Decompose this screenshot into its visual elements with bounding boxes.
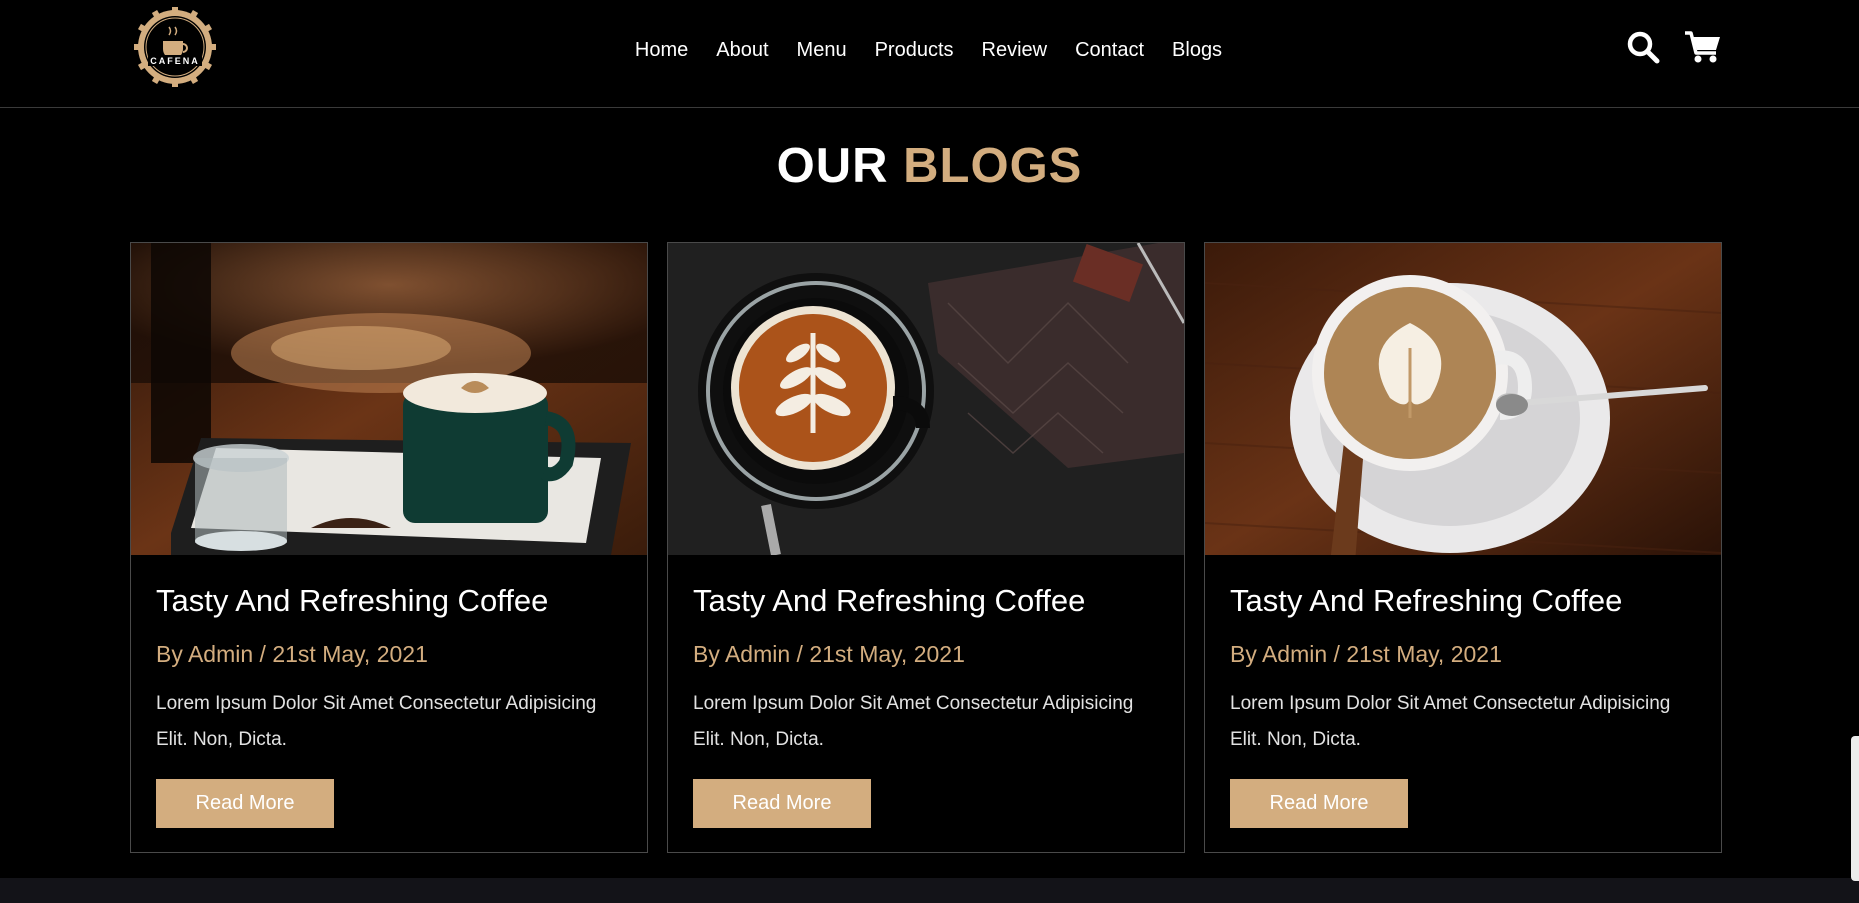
logo-emblem: CAFENA [134, 7, 216, 87]
read-more-button[interactable]: Read More [156, 779, 334, 828]
nav-about[interactable]: About [716, 39, 768, 62]
nav-home[interactable]: Home [635, 39, 688, 62]
section-title-accent: BLOGS [903, 139, 1083, 193]
scroll-tab[interactable] [1851, 736, 1859, 881]
footer-edge [0, 878, 1859, 903]
search-button[interactable] [1624, 28, 1662, 66]
nav-review[interactable]: Review [982, 39, 1048, 62]
blog-card: Tasty And Refreshing Coffee By Admin / 2… [1204, 242, 1722, 853]
search-icon [1627, 31, 1660, 64]
nav-blogs[interactable]: Blogs [1172, 39, 1222, 62]
cafena-logo[interactable]: CAFENA [128, 7, 223, 87]
blog-image-latte-art-white-cup [1205, 243, 1721, 555]
cart-icon [1685, 31, 1720, 63]
nav-contact[interactable]: Contact [1075, 39, 1144, 62]
blog-cards: Tasty And Refreshing Coffee By Admin / 2… [130, 242, 1722, 853]
blog-description: Lorem Ipsum Dolor Sit Amet Consectetur A… [693, 693, 1134, 750]
nav-products[interactable]: Products [875, 39, 954, 62]
main-nav: Home About Menu Products Review Contact … [0, 0, 1859, 100]
blog-title[interactable]: Tasty And Refreshing Coffee [693, 583, 1085, 619]
blog-description: Lorem Ipsum Dolor Sit Amet Consectetur A… [156, 693, 597, 750]
section-title-main: OUR [776, 139, 889, 193]
blog-meta: By Admin / 21st May, 2021 [693, 641, 965, 667]
blog-image-latte-art-top-view [668, 243, 1184, 555]
blog-card: Tasty And Refreshing Coffee By Admin / 2… [130, 242, 648, 853]
read-more-button[interactable]: Read More [1230, 779, 1408, 828]
read-more-button[interactable]: Read More [693, 779, 871, 828]
blog-description: Lorem Ipsum Dolor Sit Amet Consectetur A… [1230, 693, 1671, 750]
blog-title[interactable]: Tasty And Refreshing Coffee [156, 583, 548, 619]
section-heading: OUR BLOGS [0, 138, 1859, 194]
blog-card: Tasty And Refreshing Coffee By Admin / 2… [667, 242, 1185, 853]
site-header: CAFENA Home About Menu Products Review C… [0, 0, 1859, 108]
blog-meta: By Admin / 21st May, 2021 [156, 641, 428, 667]
cart-button[interactable] [1684, 28, 1722, 66]
logo-text: CAFENA [150, 56, 200, 66]
blog-image-coffee-mug [131, 243, 647, 555]
blog-title[interactable]: Tasty And Refreshing Coffee [1230, 583, 1622, 619]
blog-meta: By Admin / 21st May, 2021 [1230, 641, 1502, 667]
nav-menu[interactable]: Menu [797, 39, 847, 62]
